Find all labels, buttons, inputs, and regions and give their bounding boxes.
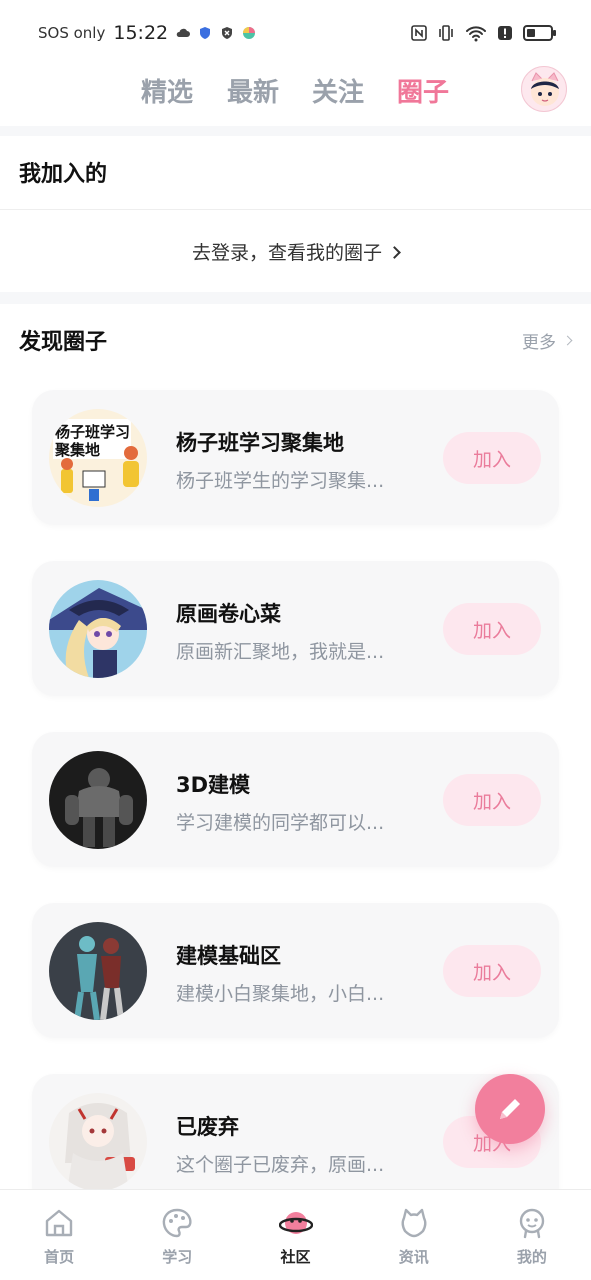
circle-description: 原画新汇聚地，我就是... (176, 641, 385, 663)
top-tabs: 精选 最新 关注 圈子 (0, 66, 591, 124)
tab-featured[interactable]: 精选 (141, 72, 193, 109)
nav-label: 社区 (280, 1248, 311, 1266)
cat-icon (401, 1208, 427, 1238)
shield-icon (200, 27, 211, 39)
nav-item-me[interactable]: 我的 (473, 1190, 591, 1280)
nfc-icon (411, 25, 427, 41)
circle-name: 原画卷心菜 (176, 602, 281, 626)
avatar[interactable] (521, 66, 567, 112)
battery-icon (523, 25, 556, 41)
nav-label: 我的 (516, 1248, 547, 1266)
more-label: 更多 (522, 333, 556, 353)
circle-thumbnail (49, 1093, 147, 1191)
join-button[interactable]: 加入 (443, 945, 541, 997)
close-badge-icon (222, 27, 233, 39)
nav-label: 学习 (162, 1248, 193, 1266)
circle-card[interactable]: 杨子班学习 聚集地 杨子班学习聚集地 杨子班学生的学习聚集... 加入 (32, 390, 559, 525)
join-button[interactable]: 加入 (443, 603, 541, 655)
community-page: SOS only 15:22 精选 最新 关注 圈子 我加入的 去登录，查看我的… (0, 0, 591, 1280)
nav-item-study[interactable]: 学习 (118, 1190, 236, 1280)
circle-description: 建模小白聚集地，小白... (176, 983, 385, 1005)
nav-item-home[interactable]: 首页 (0, 1190, 118, 1280)
circle-card[interactable]: 3D建模 学习建模的同学都可以... 加入 (32, 732, 559, 867)
nav-item-news[interactable]: 资讯 (355, 1190, 473, 1280)
circle-thumbnail: 杨子班学习 聚集地 (49, 409, 147, 507)
login-to-view-circles-link[interactable]: 去登录，查看我的圈子 (0, 238, 591, 265)
circle-name: 建模基础区 (176, 944, 281, 968)
discover-section-title: 发现圈子 (19, 330, 108, 355)
nav-label: 资讯 (398, 1248, 429, 1266)
tab-following[interactable]: 关注 (312, 72, 364, 109)
circle-name: 已废弃 (176, 1115, 239, 1139)
pencil-icon (500, 1099, 520, 1119)
tab-circles[interactable]: 圈子 (397, 72, 449, 109)
join-button[interactable]: 加入 (443, 774, 541, 826)
chevron-right-icon (388, 246, 401, 259)
alert-icon (498, 26, 512, 40)
tab-latest[interactable]: 最新 (227, 72, 279, 109)
home-icon (45, 1209, 73, 1237)
clock: 15:22 (113, 22, 169, 44)
status-right (411, 24, 556, 42)
wifi-icon (466, 26, 486, 42)
divider-line (0, 209, 591, 210)
cloud-icon (176, 28, 191, 37)
login-prompt-text: 去登录，查看我的圈子 (191, 242, 382, 264)
thumb-text-line1: 杨子班学习 (55, 423, 130, 441)
smiley-icon (519, 1208, 545, 1239)
vibrate-icon (439, 25, 453, 41)
circle-card[interactable]: 原画卷心菜 原画新汇聚地，我就是... 加入 (32, 561, 559, 696)
circle-description: 学习建模的同学都可以... (176, 812, 385, 834)
more-link[interactable]: 更多 (522, 328, 573, 353)
compose-post-button[interactable] (475, 1074, 545, 1144)
carrier-text: SOS only (38, 24, 106, 42)
section-divider (0, 126, 591, 136)
join-button[interactable]: 加入 (443, 432, 541, 484)
status-left: SOS only 15:22 (38, 22, 256, 44)
circle-description: 这个圈子已废弃，原画... (176, 1154, 385, 1176)
section-divider (0, 292, 591, 304)
circle-thumbnail (49, 922, 147, 1020)
status-bar: SOS only 15:22 (0, 0, 591, 66)
app-logo-icon (243, 27, 256, 39)
palette-icon (163, 1208, 192, 1238)
nav-label: 首页 (44, 1248, 75, 1266)
planet-icon (278, 1212, 313, 1234)
chevron-right-icon (562, 335, 573, 346)
nav-item-community[interactable]: 社区 (236, 1190, 354, 1280)
circle-name: 杨子班学习聚集地 (176, 431, 344, 455)
circle-description: 杨子班学生的学习聚集... (176, 470, 385, 492)
thumb-text-line2: 聚集地 (54, 441, 100, 459)
battery-level (527, 29, 535, 37)
bottom-nav: 首页 学习 社区 资讯 我的 (0, 1189, 591, 1280)
circle-thumbnail (49, 751, 147, 849)
circle-name: 3D建模 (176, 773, 251, 797)
circle-card[interactable]: 建模基础区 建模小白聚集地，小白... 加入 (32, 903, 559, 1038)
joined-section-title: 我加入的 (19, 162, 108, 187)
avatar-cat-icon (531, 72, 559, 106)
circle-thumbnail (49, 580, 147, 678)
